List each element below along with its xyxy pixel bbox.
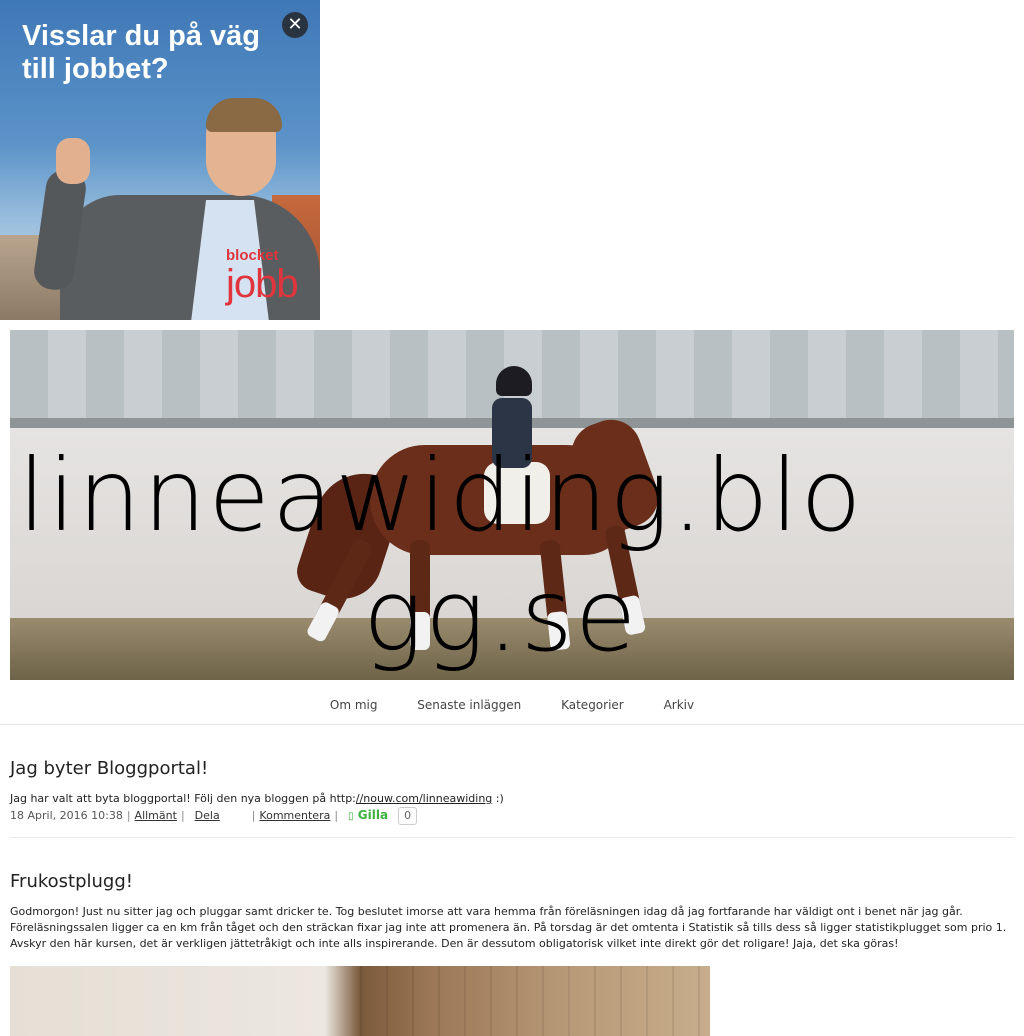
advertisement-banner[interactable]: Visslar du på väg till jobbet? ✕ blocket… bbox=[0, 0, 320, 320]
comment-link[interactable]: Kommentera bbox=[259, 808, 330, 824]
site-title-line2: gg.se bbox=[363, 557, 639, 674]
close-icon[interactable]: ✕ bbox=[282, 12, 308, 38]
like-label: Gilla bbox=[357, 808, 389, 822]
share-link[interactable]: Dela bbox=[195, 808, 220, 824]
post-body-text-end: :) bbox=[492, 792, 504, 805]
nav-item-kategorier[interactable]: Kategorier bbox=[561, 698, 624, 712]
post-body-link[interactable]: //nouw.com/linneawiding bbox=[356, 792, 492, 805]
nav-divider bbox=[0, 724, 1024, 725]
post-photo[interactable] bbox=[10, 966, 710, 1036]
ad-brand-logo: blocket jobb bbox=[226, 248, 299, 306]
post-body-text: Jag har valt att byta bloggportal! Följ … bbox=[10, 792, 356, 805]
nav-item-om-mig[interactable]: Om mig bbox=[330, 698, 378, 712]
post-title[interactable]: Frukostplugg! bbox=[10, 871, 1014, 892]
thumbs-up-icon: ▯ bbox=[348, 811, 354, 822]
ad-person-hand bbox=[56, 138, 90, 184]
ad-brand-bottom: jobb bbox=[226, 262, 299, 306]
post-body: Godmorgon! Just nu sitter jag och plugga… bbox=[10, 905, 1007, 950]
meta-separator: | bbox=[251, 809, 256, 822]
like-count-badge: 0 bbox=[398, 807, 418, 825]
post-body: Jag har valt att byta bloggportal! Följ … bbox=[10, 791, 1014, 807]
meta-separator: | bbox=[180, 809, 185, 822]
main-navigation: Om mig Senaste inläggen Kategorier Arkiv bbox=[0, 698, 1024, 724]
post-meta: 18 April, 2016 10:38 | Allmänt | Dela | … bbox=[10, 807, 1014, 825]
like-button[interactable]: ▯ Gilla bbox=[348, 807, 388, 825]
post-title[interactable]: Jag byter Bloggportal! bbox=[10, 758, 1014, 779]
meta-separator: | bbox=[334, 809, 339, 822]
post-category-link[interactable]: Allmänt bbox=[135, 808, 177, 824]
site-title[interactable]: linneawiding.blo gg.se bbox=[18, 436, 1018, 676]
meta-separator: | bbox=[126, 809, 131, 822]
post-date: 18 April, 2016 10:38 bbox=[10, 809, 123, 822]
nav-item-senaste-inlaggen[interactable]: Senaste inläggen bbox=[417, 698, 521, 712]
site-title-line1: linneawiding.blo bbox=[18, 437, 864, 554]
nav-item-arkiv[interactable]: Arkiv bbox=[664, 698, 695, 712]
blog-post: Jag byter Bloggportal! Jag har valt att … bbox=[10, 758, 1014, 825]
ad-headline: Visslar du på väg till jobbet? bbox=[22, 20, 261, 85]
ad-person-hair bbox=[206, 98, 282, 132]
blog-post: Frukostplugg! Godmorgon! Just nu sitter … bbox=[10, 871, 1014, 952]
rider-helmet bbox=[496, 366, 532, 396]
photo-detail bbox=[360, 966, 710, 1036]
post-divider bbox=[10, 837, 1014, 838]
